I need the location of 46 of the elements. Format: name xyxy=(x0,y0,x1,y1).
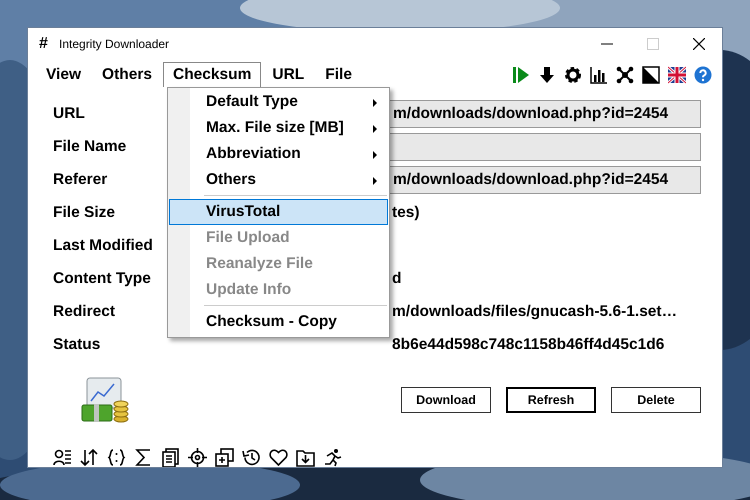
field-label: File Size xyxy=(53,202,116,222)
menu-item[interactable]: Abbreviation xyxy=(169,141,388,167)
action-button[interactable]: Download xyxy=(401,387,491,413)
menu-item[interactable]: View xyxy=(36,62,92,87)
field-label: Status xyxy=(53,334,102,354)
menu-item[interactable]: File xyxy=(315,62,362,87)
action-button[interactable]: Refresh xyxy=(506,387,596,413)
help-icon[interactable] xyxy=(694,66,712,84)
field-value: m/downloads/files/gnucash-5.6-1.set… xyxy=(392,302,678,320)
field-label: URL xyxy=(53,104,86,124)
menu-item[interactable]: Others xyxy=(92,62,162,87)
download-icon[interactable] xyxy=(538,66,556,84)
up-down-arrows-icon[interactable] xyxy=(80,448,99,467)
field-label: File Name xyxy=(53,136,128,156)
add-copy-icon[interactable] xyxy=(215,448,234,467)
heart-icon[interactable] xyxy=(269,448,288,467)
field-label: Referer xyxy=(53,170,108,190)
crosshair-icon[interactable] xyxy=(188,448,207,467)
field-label: Content Type xyxy=(53,268,152,288)
folder-download-icon[interactable] xyxy=(296,448,315,467)
field-value: d xyxy=(392,270,402,288)
money-chart-icon xyxy=(81,377,129,423)
field-label: Last Modified xyxy=(53,236,154,256)
braces-icon[interactable] xyxy=(107,448,126,467)
play-icon[interactable] xyxy=(512,66,530,84)
menu-item[interactable]: VirusTotal xyxy=(169,199,388,225)
field-value: tes) xyxy=(392,204,420,222)
document-stack-icon[interactable] xyxy=(161,448,180,467)
close-icon[interactable] xyxy=(693,38,705,50)
sigma-icon[interactable] xyxy=(134,448,153,467)
contrast-icon[interactable] xyxy=(642,66,660,84)
contact-list-icon[interactable] xyxy=(53,448,72,467)
app-icon: # xyxy=(39,35,53,53)
menu-item[interactable]: Checksum xyxy=(163,62,262,87)
flag-icon[interactable] xyxy=(668,66,686,84)
settings-icon[interactable] xyxy=(564,66,582,84)
bar-chart-icon[interactable] xyxy=(590,66,608,84)
field-value: 8b6e44d598c748c1158b46ff4d45c1d6 xyxy=(392,336,664,354)
menu-item[interactable]: URL xyxy=(262,62,314,87)
history-icon[interactable] xyxy=(242,448,261,467)
field-label: Redirect xyxy=(53,302,116,322)
network-icon[interactable] xyxy=(616,66,634,84)
window-title: Integrity Downloader xyxy=(59,37,170,51)
action-button[interactable]: Delete xyxy=(611,387,701,413)
running-person-icon[interactable] xyxy=(323,448,342,467)
menu-item[interactable]: Checksum - Copy xyxy=(169,309,388,335)
